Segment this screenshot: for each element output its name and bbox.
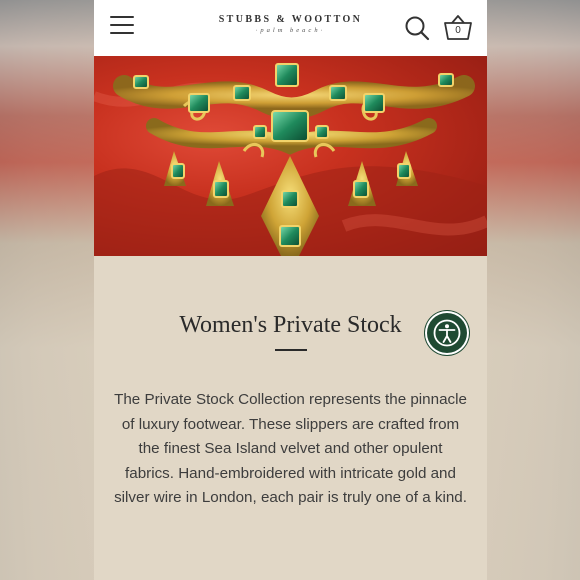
- accessibility-icon: [433, 319, 461, 347]
- jewel-illustration: [94, 63, 487, 256]
- background-blur-right: [486, 0, 580, 580]
- cart-button[interactable]: 0: [443, 14, 473, 42]
- background-blur-left: [0, 0, 94, 580]
- accessibility-button[interactable]: [427, 313, 467, 353]
- search-icon[interactable]: [404, 15, 430, 41]
- cart-count: 0: [455, 25, 461, 36]
- hero-image: [94, 56, 487, 256]
- title-divider: [275, 349, 307, 351]
- collection-description: The Private Stock Collection represents …: [114, 391, 467, 507]
- mobile-page: STUBBS & WOOTTON ·palm beach· 0 Women's …: [94, 0, 487, 580]
- site-header: STUBBS & WOOTTON ·palm beach· 0: [94, 0, 487, 56]
